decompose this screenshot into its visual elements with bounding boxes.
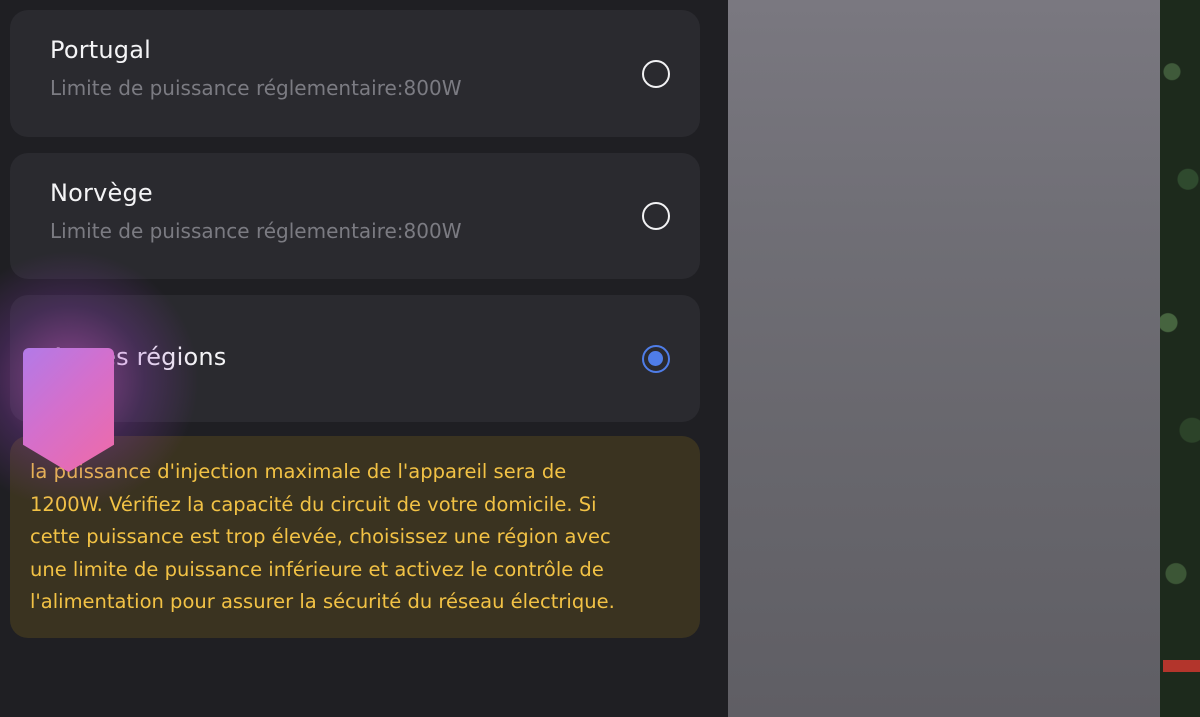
radio-selected-icon[interactable] xyxy=(642,345,670,373)
region-option-portugal[interactable]: Portugal Limite de puissance réglementai… xyxy=(10,10,700,137)
background-foliage xyxy=(1160,0,1200,717)
radio-unselected-icon[interactable] xyxy=(642,202,670,230)
background-red-strip xyxy=(1163,660,1200,672)
warning-line: la puissance d'injection maximale de l'a… xyxy=(30,460,567,483)
phone-screen: Portugal Limite de puissance réglementai… xyxy=(0,0,728,717)
region-power-limit: Limite de puissance réglementaire:800W xyxy=(50,219,462,243)
power-warning-box: la puissance d'injection maximale de l'a… xyxy=(10,436,700,638)
warning-line: une limite de puissance inférieure et ac… xyxy=(30,557,604,581)
background-grey-panel xyxy=(728,0,1166,717)
region-option-norvege[interactable]: Norvège Limite de puissance réglementair… xyxy=(10,153,700,279)
warning-line: cette puissance est trop élevée, choisis… xyxy=(30,525,611,548)
warning-line: 1200W. Vérifiez la capacité du circuit d… xyxy=(30,492,597,516)
warning-line: l'alimentation pour assurer la sécurité … xyxy=(30,590,615,613)
region-power-limit: Limite de puissance réglementaire:800W xyxy=(50,76,462,100)
radio-unselected-icon[interactable] xyxy=(642,60,670,88)
region-name: Portugal xyxy=(50,36,151,64)
region-name: Norvège xyxy=(50,179,153,207)
